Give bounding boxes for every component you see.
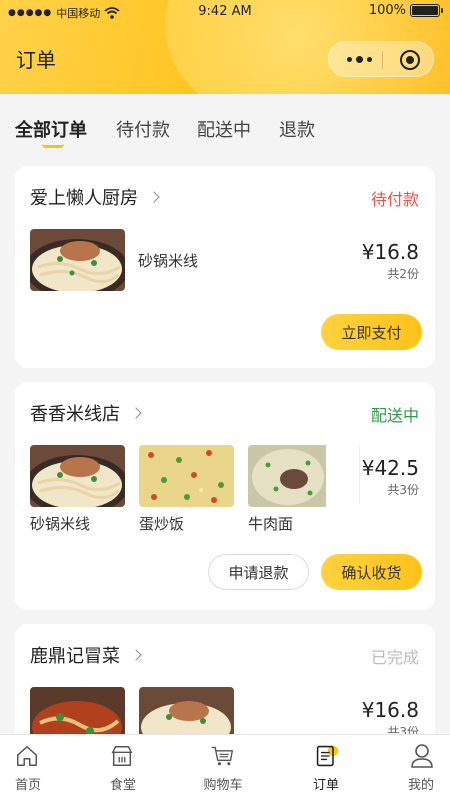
store-name-link[interactable]: 爱上懒人厨房 bbox=[30, 184, 160, 210]
store-name: 鹿鼎记冒菜 bbox=[30, 646, 120, 667]
battery-percent: 100% bbox=[368, 3, 406, 18]
tabbar-label: 我的 bbox=[407, 778, 434, 793]
tab-all-orders[interactable]: 全部订单 bbox=[15, 116, 87, 142]
store-name-link[interactable]: 香香米线店 bbox=[30, 400, 142, 426]
home-icon bbox=[17, 746, 37, 766]
chevron-right-icon bbox=[130, 407, 142, 419]
header: ●●●●● 中国移动 9:42 AM 100% 订单 bbox=[0, 0, 450, 94]
order-icon bbox=[316, 745, 339, 767]
cart-icon bbox=[211, 746, 233, 766]
order-status: 配送中 bbox=[370, 406, 419, 425]
order-price: ¥42.5 bbox=[361, 456, 419, 480]
order-price: ¥16.8 bbox=[361, 698, 419, 722]
mini-program-capsule bbox=[328, 41, 434, 77]
item-name: 蛋炒饭 bbox=[139, 515, 185, 533]
order-count: 共2份 bbox=[387, 267, 419, 281]
store-name-link[interactable]: 鹿鼎记冒菜 bbox=[30, 642, 142, 668]
tabbar-cart[interactable]: 购物车 bbox=[178, 735, 268, 800]
battery-icon bbox=[410, 4, 443, 17]
order-count: 共3份 bbox=[387, 483, 419, 497]
tabbar-canteen[interactable]: 食堂 bbox=[78, 735, 168, 800]
order-tabs: 全部订单 待付款 配送中 退款 bbox=[0, 94, 450, 154]
food-image bbox=[30, 229, 125, 291]
store-name: 爱上懒人厨房 bbox=[30, 188, 138, 209]
tabbar-label: 购物车 bbox=[203, 778, 243, 793]
tabbar-label: 订单 bbox=[312, 778, 339, 793]
confirm-receipt-button[interactable]: 确认收货 bbox=[321, 554, 422, 590]
chevron-right-icon bbox=[148, 191, 160, 203]
divider bbox=[359, 446, 360, 504]
order-status: 待付款 bbox=[370, 190, 419, 209]
request-refund-button[interactable]: 申请退款 bbox=[208, 554, 309, 590]
tabbar-label: 食堂 bbox=[109, 778, 136, 793]
order-status: 已完成 bbox=[370, 648, 419, 667]
chevron-right-icon bbox=[130, 649, 142, 661]
item-name: 砂锅米线 bbox=[138, 252, 199, 270]
tab-delivering[interactable]: 配送中 bbox=[197, 116, 251, 142]
pay-now-button[interactable]: 立即支付 bbox=[321, 314, 422, 350]
tabbar-profile[interactable]: 我的 bbox=[376, 735, 450, 800]
tab-pending-payment[interactable]: 待付款 bbox=[116, 116, 170, 142]
food-image bbox=[30, 445, 125, 507]
store-name: 香香米线店 bbox=[30, 404, 120, 425]
tab-refund[interactable]: 退款 bbox=[279, 116, 315, 142]
order-price: ¥16.8 bbox=[361, 240, 419, 264]
status-bar: ●●●●● 中国移动 9:42 AM 100% bbox=[0, 0, 450, 24]
item-name: 砂锅米线 bbox=[30, 515, 91, 533]
profile-icon bbox=[411, 744, 433, 768]
active-tab-indicator bbox=[42, 144, 64, 148]
tabbar-label: 首页 bbox=[14, 778, 41, 793]
tabbar-home[interactable]: 首页 bbox=[0, 735, 90, 800]
close-target-icon[interactable] bbox=[400, 50, 420, 70]
order-card[interactable]: 香香米线店 配送中 砂锅米线 蛋炒饭 牛肉面 ¥42.5 共3份 申请退款 确认… bbox=[15, 382, 435, 610]
page-title: 订单 bbox=[16, 48, 56, 72]
bottom-tab-bar: 首页 食堂 购物车 订单 我的 bbox=[0, 734, 450, 800]
tabbar-orders[interactable]: 订单 bbox=[281, 735, 371, 800]
item-name: 牛肉面 bbox=[248, 515, 294, 533]
canteen-icon bbox=[111, 746, 133, 766]
food-image bbox=[248, 445, 343, 507]
order-card[interactable]: 爱上懒人厨房 待付款 砂锅米线 ¥16.8 共2份 立即支付 bbox=[15, 166, 435, 368]
more-icon[interactable] bbox=[347, 56, 372, 63]
food-image bbox=[139, 445, 234, 507]
